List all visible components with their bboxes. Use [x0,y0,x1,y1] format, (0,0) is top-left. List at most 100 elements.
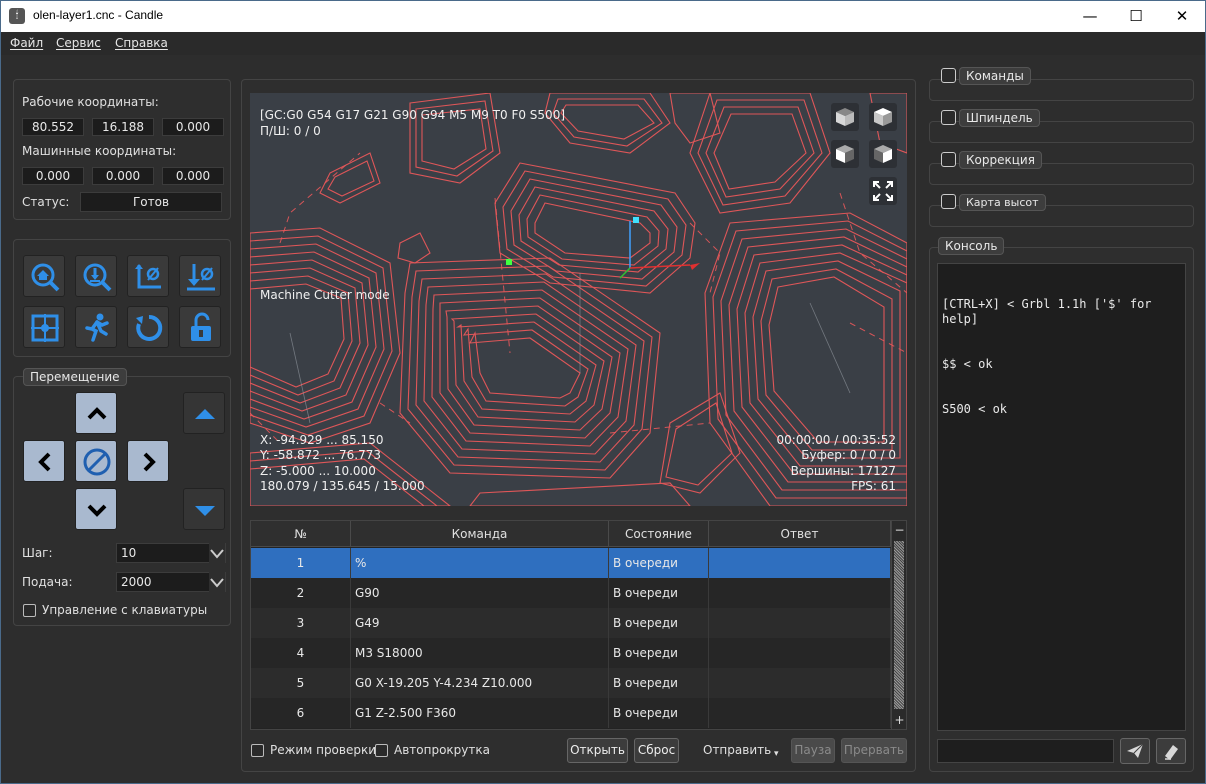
table-row[interactable]: 2 G90 В очереди [251,578,891,608]
jog-title: Перемещение [23,368,127,386]
fullscreen-icon [873,181,893,201]
app-window: 🕯 olen-layer1.cnc - Candle — ☐ ✕ Файл Се… [0,0,1206,784]
step-combo[interactable]: 10 [116,543,226,563]
console-send-button[interactable] [1120,738,1150,764]
jog-z-minus-button[interactable] [183,488,225,530]
close-button[interactable]: ✕ [1159,1,1205,32]
work-x-value: 80.552 [22,118,84,136]
x-range-text: X: -94.929 ... 85.150 [260,433,384,447]
minimize-button[interactable]: — [1067,1,1113,32]
window-title: olen-layer1.cnc - Candle [33,8,164,22]
column-header-response[interactable]: Ответ [709,521,891,547]
table-row[interactable]: 3 G49 В очереди [251,608,891,638]
home-button[interactable] [23,255,65,297]
commands-title[interactable]: Команды [959,67,1031,85]
cell-state: В очереди [609,698,709,728]
jog-x-minus-button[interactable] [23,440,65,482]
work-z-value: 0.000 [162,118,224,136]
probe-button[interactable] [75,255,117,297]
scrollbar-track[interactable] [894,541,904,709]
jog-stop-button[interactable] [75,440,117,482]
view-isometric-button[interactable] [869,103,897,131]
fps-text: FPS: 61 [851,479,896,493]
heightmap-toggle-checkbox[interactable] [941,194,956,209]
gcode-visualizer[interactable]: [GC:G0 G54 G17 G21 G90 G94 M5 M9 T0 F0 S… [250,93,907,506]
column-header-state[interactable]: Состояние [609,521,709,547]
abort-button[interactable]: Прервать [841,738,907,763]
jog-y-minus-button[interactable] [75,488,117,530]
fit-view-button[interactable] [869,177,897,205]
cube-iso-view-icon [874,108,892,126]
send-button[interactable]: Отправить [703,743,771,757]
unlock-button[interactable] [179,306,221,348]
cell-cmd: G90 [351,578,609,608]
view-front-button[interactable] [831,140,859,168]
correction-title[interactable]: Коррекция [959,151,1042,169]
table-scrollbar[interactable]: − + [891,521,906,729]
table-row[interactable]: 1% В очереди [251,548,891,578]
heightmap-title[interactable]: Карта высот [959,194,1046,211]
check-mode-checkbox[interactable] [251,744,264,757]
cell-state: В очереди [609,548,709,578]
safe-position-button[interactable] [75,306,117,348]
send-dropdown-icon[interactable]: ▾ [774,749,779,759]
menu-help[interactable]: Справка [115,36,168,50]
keyboard-control-checkbox[interactable] [23,604,36,617]
cell-resp [709,668,891,698]
zero-xy-button[interactable] [127,255,169,297]
spindle-title[interactable]: Шпиндель [959,109,1040,127]
stop-icon [83,448,111,476]
cell-state: В очереди [609,638,709,668]
table-row[interactable]: 6 G1 Z-2.500 F360 В очереди [251,698,891,728]
unlock-icon [191,312,211,341]
jog-y-plus-button[interactable] [75,392,117,434]
soft-reset-icon [136,314,163,341]
column-header-number[interactable]: № [251,521,351,547]
table-row[interactable]: 4 M3 S18000 В очереди [251,638,891,668]
maximize-button[interactable]: ☐ [1113,1,1159,32]
feed-combo[interactable]: 2000 [116,572,226,592]
cube-top-view-icon [836,108,854,126]
dimensions-text: 180.079 / 135.645 / 15.000 [260,479,425,493]
menu-service[interactable]: Сервис [56,36,101,50]
correction-toggle-checkbox[interactable] [941,152,956,167]
jog-panel: Перемещение Шаг: 10 Подача: 2000 Управле… [13,368,231,626]
cell-cmd: G0 X-19.205 Y-4.234 Z10.000 [351,668,609,698]
column-header-command[interactable]: Команда [351,521,609,547]
cutter-mode-text: Machine Cutter mode [260,288,390,302]
scroll-minus-button[interactable]: − [892,521,906,539]
cell-resp [709,608,891,638]
table-row[interactable]: 5 G0 X-19.205 Y-4.234 Z10.000 В очереди [251,668,891,698]
feed-value: 2000 [121,575,152,589]
console-input[interactable] [937,739,1114,763]
pause-button[interactable]: Пауза [791,738,835,763]
restore-origin-button[interactable] [23,306,65,348]
menu-file[interactable]: Файл [10,36,43,50]
work-coords-label: Рабочие координаты: [22,95,159,109]
candle-logo-icon: 🕯 [9,8,25,24]
commands-toggle-checkbox[interactable] [941,68,956,83]
cell-state: В очереди [609,608,709,638]
time-text: 00:00:00 / 00:35:52 [776,433,896,447]
scroll-plus-button[interactable]: + [892,711,906,729]
console-clear-button[interactable] [1156,738,1186,764]
jog-x-plus-button[interactable] [127,440,169,482]
spindle-toggle-checkbox[interactable] [941,110,956,125]
zero-z-button[interactable] [179,255,221,297]
cell-n: 5 [251,668,351,698]
eraser-icon [1165,745,1178,760]
soft-reset-button[interactable] [127,306,169,348]
status-label: Статус: [22,195,70,209]
view-left-button[interactable] [869,140,897,168]
console-output[interactable]: [CTRL+X] < Grbl 1.1h ['$' for help] $$ <… [937,263,1186,731]
z-range-text: Z: -5.000 ... 10.000 [260,464,376,478]
open-button[interactable]: Открыть [567,738,628,763]
menu-bar: Файл Сервис Справка [1,32,1205,55]
jog-z-plus-button[interactable] [183,392,225,434]
machine-x-value: 0.000 [22,167,84,185]
reset-button[interactable]: Сброс [634,738,679,763]
view-top-button[interactable] [831,103,859,131]
machine-z-value: 0.000 [162,167,224,185]
autoscroll-checkbox[interactable] [375,744,388,757]
home-icon [31,263,60,292]
